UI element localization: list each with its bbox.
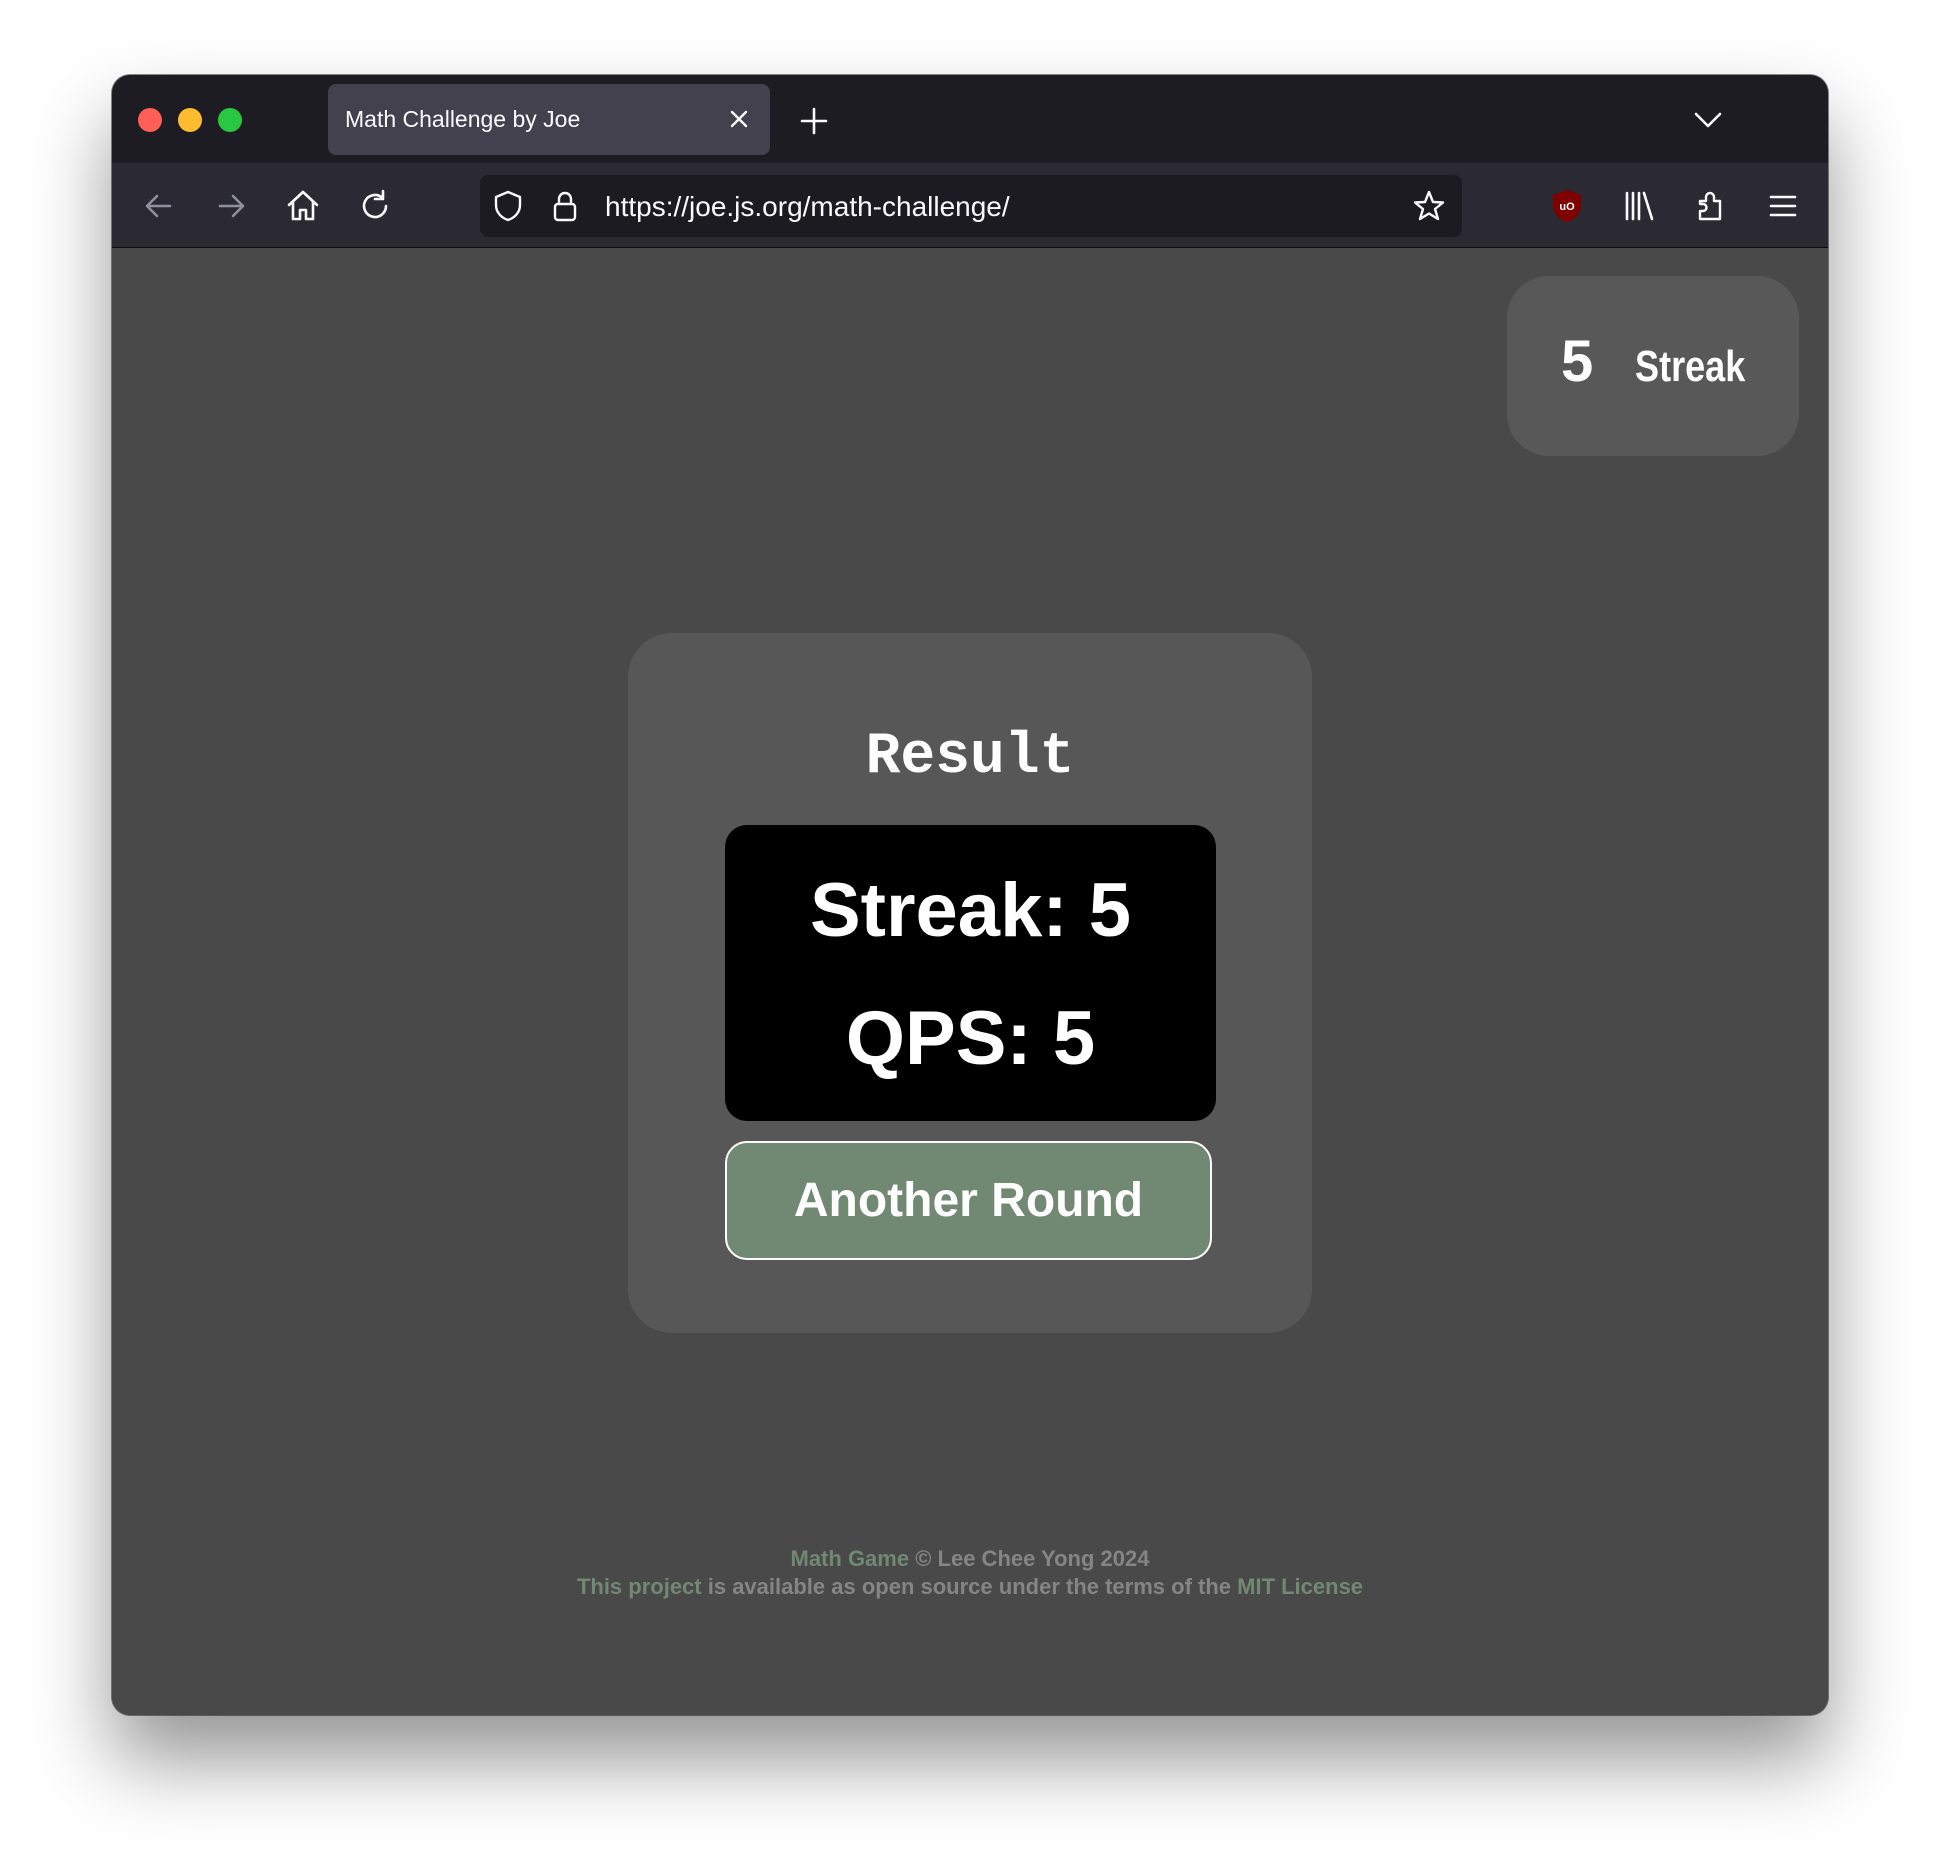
navigation-toolbar: https://joe.js.org/math-challenge/ uO: [112, 163, 1828, 248]
reload-icon[interactable]: [356, 187, 394, 225]
svg-text:uO: uO: [1559, 201, 1575, 213]
back-icon[interactable]: [140, 187, 178, 225]
plus-icon[interactable]: [798, 105, 830, 137]
license-text: is available as open source under the te…: [701, 1574, 1238, 1599]
library-icon[interactable]: [1620, 187, 1658, 225]
result-title: Result: [865, 725, 1075, 790]
streak-label: Streak: [1635, 342, 1746, 391]
streak-result: Streak: 5: [809, 868, 1132, 953]
qps-result: QPS: 5: [845, 996, 1096, 1081]
star-icon[interactable]: [1412, 189, 1446, 223]
home-icon[interactable]: [284, 187, 322, 225]
url-text: https://joe.js.org/math-challenge/: [605, 191, 1010, 222]
tab-math-challenge[interactable]: Math Challenge by Joe: [328, 84, 770, 155]
footer-copyright-row: Math Game © Lee Chee Yong 2024: [112, 1545, 1828, 1573]
project-link[interactable]: This project: [577, 1574, 702, 1599]
page-content: 5 Streak Result Streak: 5 QPS: 5 Another…: [112, 248, 1828, 1715]
mit-license-link[interactable]: MIT License: [1237, 1574, 1363, 1599]
ublock-icon[interactable]: uO: [1548, 187, 1586, 225]
window-maximize-button[interactable]: [218, 108, 242, 132]
math-game-link[interactable]: Math Game: [791, 1546, 910, 1571]
result-card: Result Streak: 5 QPS: 5 Another Round: [628, 633, 1312, 1333]
close-icon[interactable]: [726, 106, 752, 132]
tab-title: Math Challenge by Joe: [345, 106, 581, 132]
another-round-button[interactable]: Another Round: [725, 1141, 1212, 1260]
page-footer: Math Game © Lee Chee Yong 2024 This proj…: [112, 1545, 1828, 1601]
extensions-icon[interactable]: [1692, 187, 1730, 225]
window-close-button[interactable]: [138, 108, 162, 132]
score-panel: Streak: 5 QPS: 5: [725, 825, 1216, 1121]
title-bar: Math Challenge by Joe: [112, 75, 1828, 163]
browser-window: Math Challenge by Joe https://joe.js.org…: [112, 75, 1828, 1715]
shield-icon[interactable]: [491, 189, 525, 223]
footer-license-row: This project is available as open source…: [112, 1573, 1828, 1601]
copyright-text: © Lee Chee Yong 2024: [909, 1546, 1150, 1571]
window-minimize-button[interactable]: [178, 108, 202, 132]
chevron-down-icon[interactable]: [1692, 106, 1724, 134]
streak-counter: 5 Streak: [1507, 276, 1799, 456]
menu-icon[interactable]: [1764, 187, 1802, 225]
streak-value: 5: [1561, 329, 1594, 394]
forward-icon[interactable]: [212, 187, 250, 225]
lock-icon[interactable]: [548, 189, 582, 223]
url-bar[interactable]: https://joe.js.org/math-challenge/: [480, 175, 1462, 237]
